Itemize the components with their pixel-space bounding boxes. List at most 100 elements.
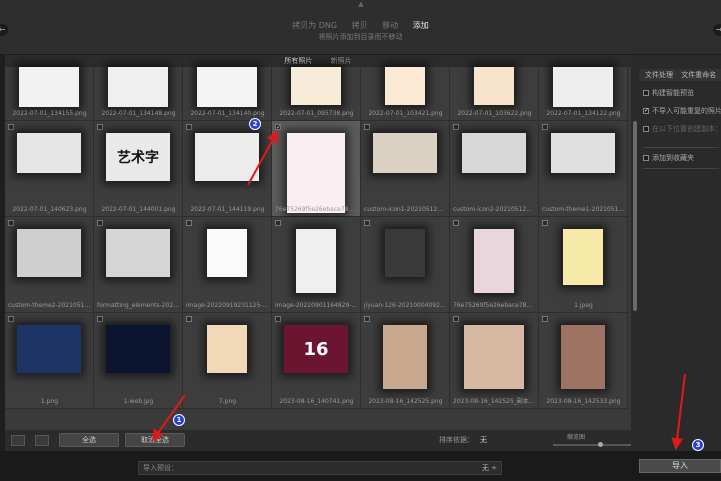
- photo-filename: image-20220919231125-p2oo...: [186, 302, 272, 309]
- photo-cell[interactable]: 2022-07-01_103421.png: [361, 67, 450, 121]
- photo-cell[interactable]: 16 2023-08-16_140741.png: [272, 313, 361, 409]
- photo-checkbox[interactable]: [542, 220, 548, 226]
- photo-cell[interactable]: custom-theme1-202105121722...: [539, 121, 628, 217]
- photo-thumbnail: [287, 133, 345, 213]
- photo-cell[interactable]: ✓ 76e75269f5e26ebace7878c7d...: [272, 121, 361, 217]
- tab-all-photos[interactable]: 所有照片: [284, 57, 312, 65]
- photo-thumbnail: [291, 67, 341, 105]
- scrollbar-thumb[interactable]: [633, 121, 637, 311]
- photo-cell[interactable]: 2023-08-16_142525.png: [361, 313, 450, 409]
- sort-control[interactable]: 排序依据：无: [439, 435, 487, 445]
- second-copy-checkbox[interactable]: [643, 126, 649, 132]
- sort-value[interactable]: 无: [480, 436, 487, 444]
- uncheck-all-button[interactable]: 取消全选: [125, 433, 185, 447]
- photo-checkbox[interactable]: [542, 316, 548, 322]
- photo-cell[interactable]: 2022-07-01_144119.png: [183, 121, 272, 217]
- thumbnail-size-slider[interactable]: [553, 442, 631, 447]
- collapse-top-icon[interactable]: ▲: [355, 0, 367, 8]
- photo-checkbox[interactable]: [8, 316, 14, 322]
- mode-copy[interactable]: 拷贝: [352, 21, 368, 30]
- photo-checkbox[interactable]: [453, 316, 459, 322]
- photo-cell[interactable]: 2022-07-01_134155.png: [5, 67, 94, 121]
- photo-checkbox[interactable]: ✓: [275, 124, 281, 131]
- photo-filename: 2023-08-16_142525.png: [368, 398, 443, 405]
- photo-filename: 2022-07-01_103421.png: [368, 110, 443, 117]
- photo-cell[interactable]: custom-icon2-20210512172111...: [450, 121, 539, 217]
- photo-cell[interactable]: 1.png: [5, 313, 94, 409]
- import-button[interactable]: 导入: [639, 459, 721, 473]
- photo-filename: custom-theme2-202105121722...: [8, 302, 94, 309]
- smart-preview-checkbox[interactable]: [643, 90, 649, 96]
- tab-new-photos[interactable]: 新照片: [331, 57, 352, 65]
- check-all-button[interactable]: 全选: [59, 433, 119, 447]
- photo-checkbox[interactable]: [275, 316, 281, 322]
- photo-filename: 2023-08-16_140741.png: [279, 398, 354, 405]
- mode-add[interactable]: 添加: [413, 21, 429, 30]
- photo-cell[interactable]: image-20220919231125-p2oo...: [183, 217, 272, 313]
- photo-checkbox[interactable]: [364, 124, 370, 130]
- tab-file-handling[interactable]: 文件处理: [645, 71, 673, 79]
- step-badge-3: 3: [692, 439, 704, 451]
- photo-filename: 2022-07-01_134140.png: [190, 110, 265, 117]
- photo-checkbox[interactable]: [453, 124, 459, 130]
- option-no-duplicates[interactable]: ✓ 不导入可能重复的照片: [643, 106, 721, 116]
- photo-filename: 7.png: [218, 398, 237, 405]
- add-collection-checkbox[interactable]: [643, 155, 649, 161]
- photo-thumbnail: [17, 325, 81, 373]
- photo-checkbox[interactable]: [186, 316, 192, 322]
- photo-checkbox[interactable]: [8, 220, 14, 226]
- photo-thumbnail: [462, 133, 526, 173]
- photo-cell[interactable]: 1-web.jpg: [94, 313, 183, 409]
- photo-cell[interactable]: 2022-07-01_095738.png: [272, 67, 361, 121]
- photo-cell[interactable]: formatting_elements-2021000...: [94, 217, 183, 313]
- photo-cell[interactable]: custom-icon1-20210512172111...: [361, 121, 450, 217]
- photo-cell[interactable]: 2022-07-01_134140.png: [183, 67, 272, 121]
- photo-checkbox[interactable]: [364, 316, 370, 322]
- no-duplicates-checkbox[interactable]: ✓: [643, 108, 649, 114]
- grid-scrollbar[interactable]: [631, 55, 639, 430]
- option-smart-preview[interactable]: 构建智能预览: [643, 88, 721, 98]
- photo-cell[interactable]: image-20220901164829-wsn...: [272, 217, 361, 313]
- mode-copy-dng[interactable]: 拷贝为 DNG: [292, 21, 337, 30]
- option-add-collection[interactable]: 添加到收藏夹: [643, 153, 721, 163]
- photo-checkbox[interactable]: [542, 124, 548, 130]
- photo-checkbox[interactable]: [275, 220, 281, 226]
- import-header: ▲ ← → 拷贝为 DNG 拷贝 移动 添加 将照片添加到目录而不移动: [0, 0, 721, 55]
- photo-cell[interactable]: 1.jpeg: [539, 217, 628, 313]
- photo-cell[interactable]: 7.png: [183, 313, 272, 409]
- photo-cell[interactable]: custom-theme2-202105121722...: [5, 217, 94, 313]
- right-panel-tabs: 文件处理 文件重命名: [639, 69, 721, 81]
- photo-cell[interactable]: 2022-07-01_103622.png: [450, 67, 539, 121]
- import-preset-select[interactable]: 导入预设： 无 ÷: [138, 461, 502, 475]
- mode-move[interactable]: 移动: [382, 21, 398, 30]
- option-second-copy[interactable]: 在以下位置创建副本：: [643, 124, 721, 134]
- photo-cell[interactable]: 2022-07-01_134122.png: [539, 67, 628, 121]
- photo-thumbnail: [19, 67, 79, 107]
- photo-filename: 1-web.jpg: [123, 398, 154, 405]
- photo-filename: 2023-08-16_142525_副本.png: [453, 398, 539, 405]
- photo-cell[interactable]: 2023-08-16_142525_副本.png: [450, 313, 539, 409]
- grid-view-icon[interactable]: [11, 435, 25, 446]
- photo-thumbnail: [17, 133, 81, 173]
- photo-checkbox[interactable]: [186, 124, 192, 130]
- photo-checkbox[interactable]: [453, 220, 459, 226]
- photo-cell[interactable]: jiyuan-126-20210004092205-d...: [361, 217, 450, 313]
- tab-file-renaming[interactable]: 文件重命名: [681, 71, 716, 79]
- photo-cell[interactable]: 76e75269f5e26ebace7878c7d...: [450, 217, 539, 313]
- photo-cell[interactable]: 艺术字 2022-07-01_144001.png: [94, 121, 183, 217]
- loupe-view-icon[interactable]: [35, 435, 49, 446]
- photo-checkbox[interactable]: [364, 220, 370, 226]
- photo-cell[interactable]: 2022-07-01_134148.png: [94, 67, 183, 121]
- photo-checkbox[interactable]: [186, 220, 192, 226]
- photo-checkbox[interactable]: [97, 220, 103, 226]
- photo-filename: 2022-07-01_134122.png: [546, 110, 621, 117]
- photo-checkbox[interactable]: [8, 124, 14, 130]
- photo-cell[interactable]: 2022-07-01_140623.png: [5, 121, 94, 217]
- photo-checkbox[interactable]: [97, 316, 103, 322]
- photo-filename: custom-icon1-20210512172111...: [364, 206, 450, 213]
- thumbnail-size-label: 缩览图: [567, 434, 586, 441]
- slider-knob[interactable]: [598, 442, 603, 447]
- photo-filename: 1.png: [40, 398, 59, 405]
- photo-cell[interactable]: 2023-08-16_142533.png: [539, 313, 628, 409]
- photo-checkbox[interactable]: [97, 124, 103, 130]
